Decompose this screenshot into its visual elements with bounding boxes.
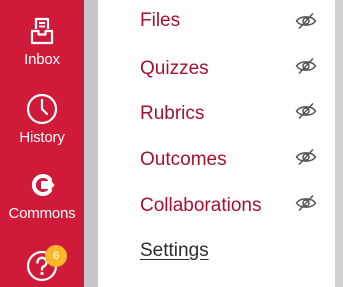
notification-badge: 6 xyxy=(45,245,67,267)
nav-label-inbox: Inbox xyxy=(24,51,60,68)
nav-item-help[interactable]: 6 xyxy=(0,245,84,282)
nav-item-inbox[interactable]: Inbox xyxy=(0,17,84,69)
eye-slash-icon xyxy=(295,148,317,166)
nav-item-history[interactable]: History xyxy=(0,93,84,147)
course-link-outcomes[interactable]: Outcomes xyxy=(140,148,227,172)
course-link-files[interactable]: Files xyxy=(140,9,180,33)
commons-icon xyxy=(31,174,55,196)
nav-divider xyxy=(84,0,98,287)
nav-label-history: History xyxy=(19,129,65,146)
eye-slash-icon xyxy=(295,194,317,212)
nav-label-commons: Commons xyxy=(8,205,76,222)
clock-icon xyxy=(26,93,58,125)
course-link-quizzes[interactable]: Quizzes xyxy=(140,57,209,81)
course-navigation: Files Quizzes Rubrics Outcomes Collabora… xyxy=(98,0,335,287)
course-link-collaborations[interactable]: Collaborations xyxy=(140,194,261,218)
content-edge-strip xyxy=(335,0,343,287)
inbox-icon xyxy=(30,17,54,45)
eye-slash-icon xyxy=(295,102,317,120)
course-link-settings[interactable]: Settings xyxy=(140,239,209,263)
eye-slash-icon xyxy=(295,57,317,75)
global-navigation: Inbox History Commons 6 xyxy=(0,0,84,287)
eye-slash-icon xyxy=(295,12,317,30)
course-link-rubrics[interactable]: Rubrics xyxy=(140,102,204,126)
nav-item-commons[interactable]: Commons xyxy=(0,173,84,223)
